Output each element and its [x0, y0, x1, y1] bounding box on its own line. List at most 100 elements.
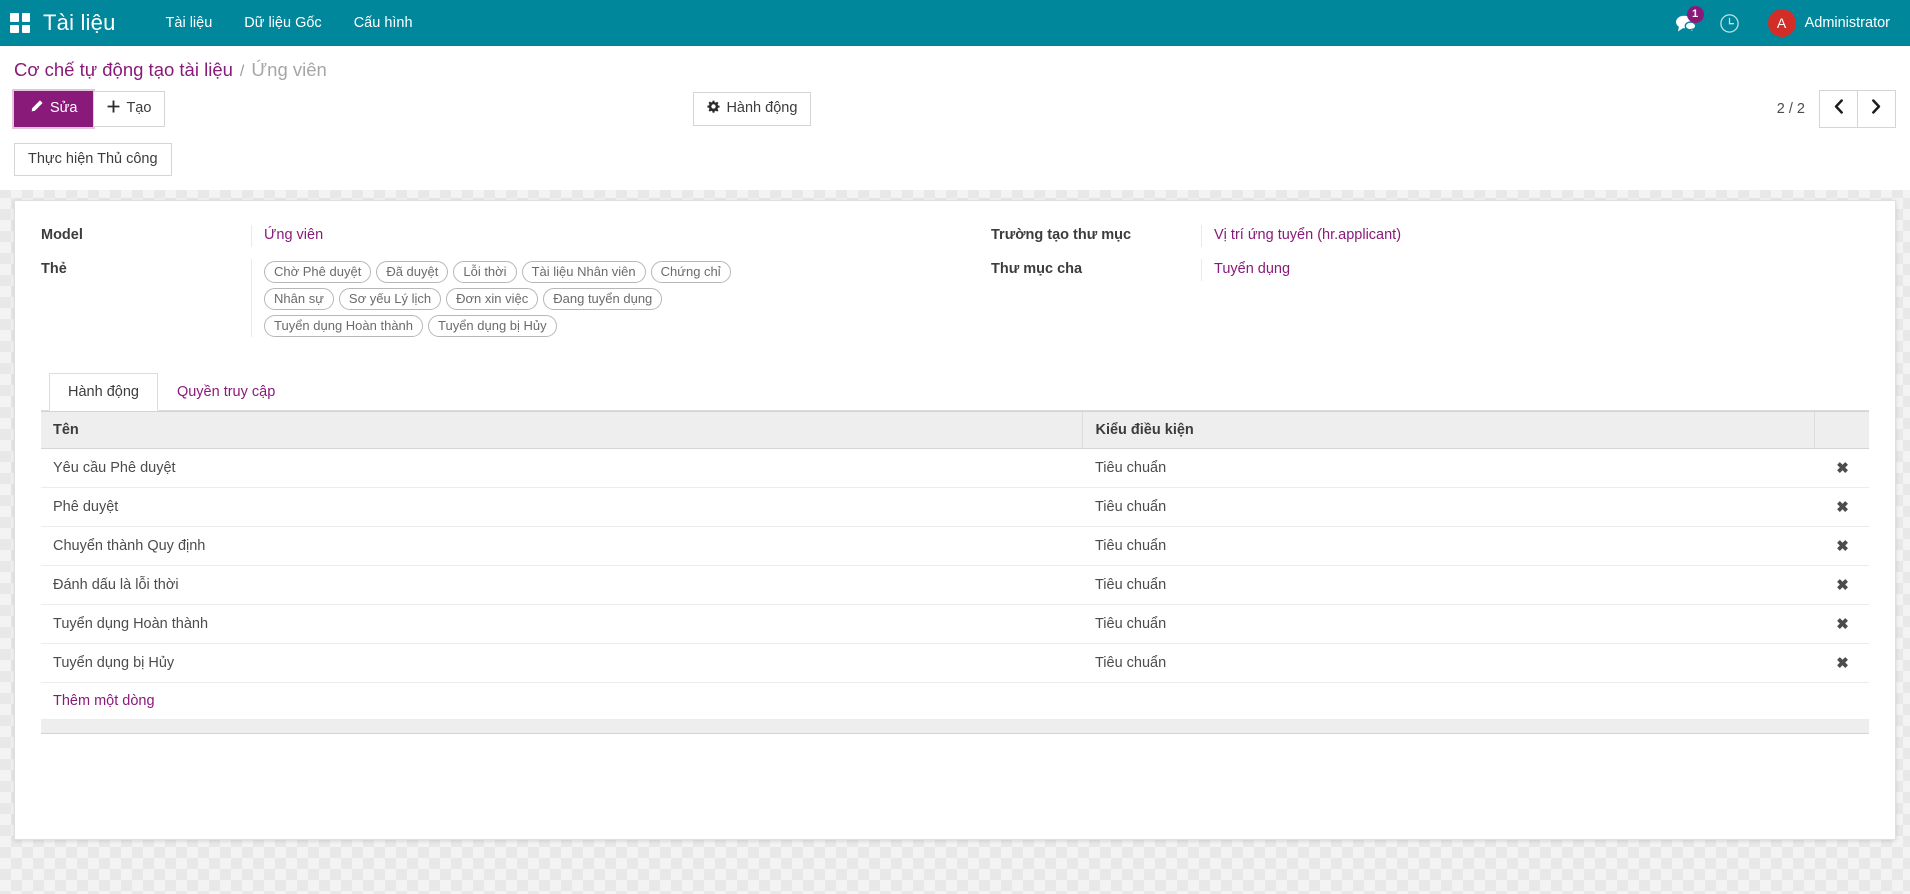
control-panel: Sửa Tạo Hành động 2 / 2	[0, 89, 1910, 129]
field-row-parent-folder: Thư mục cha Tuyển dụng	[991, 259, 1869, 283]
field-value-tags: Chờ Phê duyệt Đã duyệt Lỗi thời Tài liệu…	[251, 259, 955, 338]
field-label-parent-folder: Thư mục cha	[991, 261, 1083, 278]
field-value-folder-field[interactable]: Vị trí ứng tuyển (hr.applicant)	[1201, 225, 1869, 248]
close-icon[interactable]: ✖	[1814, 604, 1869, 645]
navbar-right-group: 1 A Administrator	[1666, 0, 1896, 46]
app-brand-title[interactable]: Tài liệu	[43, 10, 116, 36]
close-icon[interactable]: ✖	[1814, 565, 1869, 606]
tag-chip[interactable]: Đang tuyển dụng	[543, 288, 663, 311]
field-label-model: Model	[41, 227, 83, 244]
user-menu[interactable]: A Administrator	[1754, 0, 1896, 46]
close-icon[interactable]: ✖	[1814, 526, 1869, 567]
cell-name[interactable]: Tuyển dụng bị Hủy	[41, 643, 1083, 684]
cell-name[interactable]: Đánh dấu là lỗi thời	[41, 565, 1083, 606]
nav-menu-master-data[interactable]: Dữ liệu Gốc	[228, 0, 337, 46]
tag-chip[interactable]: Tuyển dụng Hoàn thành	[264, 315, 424, 338]
column-header-name[interactable]: Tên	[41, 411, 1083, 450]
pager-buttons	[1819, 90, 1896, 128]
breadcrumb-current: Ứng viên	[251, 59, 327, 80]
tag-chip[interactable]: Đã duyệt	[376, 261, 449, 284]
field-row-model: Model Ứng viên	[41, 225, 955, 249]
notebook: Hành động Quyền truy cập Tên Kiểu điều k…	[41, 373, 1869, 735]
field-row-tags: Thẻ Chờ Phê duyệt Đã duyệt Lỗi thời Tài …	[41, 259, 955, 338]
cell-condition[interactable]: Tiêu chuẩn	[1082, 643, 1815, 684]
column-header-condition[interactable]: Kiểu điều kiện	[1082, 411, 1815, 450]
sheet-container: Model Ứng viên Thẻ Chờ Phê duyệt Đã duyệ…	[0, 190, 1910, 841]
messages-badge: 1	[1686, 6, 1704, 23]
breadcrumb-parent-link[interactable]: Cơ chế tự động tạo tài liệu	[14, 59, 233, 81]
pager-count-label: 2 / 2	[1776, 101, 1805, 117]
cell-name[interactable]: Tuyển dụng Hoàn thành	[41, 604, 1083, 645]
nav-menu-configuration[interactable]: Cấu hình	[338, 0, 429, 46]
field-value-parent-folder[interactable]: Tuyển dụng	[1201, 259, 1869, 282]
close-icon[interactable]: ✖	[1814, 643, 1869, 684]
tag-chip[interactable]: Sơ yếu Lý lịch	[338, 288, 442, 311]
cell-name[interactable]: Phê duyệt	[41, 487, 1083, 528]
table-row[interactable]: Phê duyệt Tiêu chuẩn ✖	[41, 487, 1869, 528]
tag-chip[interactable]: Đơn xin việc	[446, 288, 539, 311]
breadcrumb: Cơ chế tự động tạo tài liệu / Ứng viên	[0, 46, 1910, 89]
tab-access-rights[interactable]: Quyền truy cập	[158, 373, 294, 411]
tab-actions[interactable]: Hành động	[49, 373, 158, 412]
field-value-model[interactable]: Ứng viên	[251, 225, 955, 248]
close-icon[interactable]: ✖	[1814, 487, 1869, 528]
field-label-tags: Thẻ	[41, 261, 67, 278]
user-name-label: Administrator	[1804, 15, 1890, 31]
table-row[interactable]: Đánh dấu là lỗi thời Tiêu chuẩn ✖	[41, 565, 1869, 606]
field-label-folder-field: Trường tạo thư mục	[991, 227, 1132, 244]
actions-table: Tên Kiểu điều kiện Yêu cầu Phê duyệt Tiê…	[41, 411, 1869, 721]
edit-button[interactable]: Sửa	[14, 91, 94, 127]
add-line-row[interactable]: Thêm một dòng	[41, 682, 1869, 721]
tag-chip[interactable]: Nhân sự	[264, 288, 334, 311]
create-button-label: Tạo	[126, 100, 152, 117]
form-groups: Model Ứng viên Thẻ Chờ Phê duyệt Đã duyệ…	[41, 225, 1869, 347]
table-header-row: Tên Kiểu điều kiện	[41, 411, 1869, 450]
cell-condition[interactable]: Tiêu chuẩn	[1082, 565, 1815, 606]
tag-chip[interactable]: Tuyển dụng bị Hủy	[428, 315, 557, 338]
chevron-right-icon	[1870, 99, 1883, 119]
table-row[interactable]: Tuyển dụng bị Hủy Tiêu chuẩn ✖	[41, 643, 1869, 684]
cell-name[interactable]: Chuyển thành Quy định	[41, 526, 1083, 567]
edit-button-label: Sửa	[50, 100, 78, 117]
plus-icon	[107, 100, 120, 118]
pager: 2 / 2	[1777, 90, 1896, 128]
messages-icon[interactable]: 1	[1666, 0, 1706, 46]
table-header: Tên Kiểu điều kiện	[41, 411, 1869, 450]
control-panel-left-buttons: Sửa Tạo	[14, 91, 166, 127]
nav-menu-documents[interactable]: Tài liệu	[150, 0, 229, 46]
cell-name[interactable]: Yêu cầu Phê duyệt	[41, 448, 1083, 489]
apps-grid-icon[interactable]	[7, 10, 33, 36]
table-row[interactable]: Yêu cầu Phê duyệt Tiêu chuẩn ✖	[41, 448, 1869, 489]
control-panel-center: Hành động	[693, 91, 812, 127]
table-row[interactable]: Chuyển thành Quy định Tiêu chuẩn ✖	[41, 526, 1869, 567]
close-icon[interactable]: ✖	[1814, 448, 1869, 489]
tag-chip[interactable]: Chờ Phê duyệt	[264, 261, 372, 284]
list-footer-bar	[41, 720, 1869, 735]
create-button[interactable]: Tạo	[93, 91, 166, 127]
manual-run-button[interactable]: Thực hiện Thủ công	[14, 143, 172, 177]
control-panel-secondary-row: Thực hiện Thủ công	[0, 129, 1910, 191]
gear-icon	[707, 100, 721, 118]
cell-condition[interactable]: Tiêu chuẩn	[1082, 448, 1815, 489]
tag-chip[interactable]: Lỗi thời	[453, 261, 517, 284]
action-menu-button[interactable]: Hành động	[693, 91, 812, 127]
tag-chip[interactable]: Chứng chỉ	[650, 261, 731, 284]
cell-condition[interactable]: Tiêu chuẩn	[1082, 526, 1815, 567]
tag-chip[interactable]: Tài liệu Nhân viên	[521, 261, 646, 284]
pager-previous-button[interactable]	[1819, 90, 1858, 128]
table-row[interactable]: Tuyển dụng Hoàn thành Tiêu chuẩn ✖	[41, 604, 1869, 645]
pager-next-button[interactable]	[1858, 90, 1896, 128]
cell-condition[interactable]: Tiêu chuẩn	[1082, 604, 1815, 645]
table-body: Yêu cầu Phê duyệt Tiêu chuẩn ✖ Phê duyệt…	[41, 448, 1869, 721]
add-line-link[interactable]: Thêm một dòng	[41, 683, 1869, 719]
cell-condition[interactable]: Tiêu chuẩn	[1082, 487, 1815, 528]
avatar: A	[1767, 9, 1796, 37]
action-menu-label: Hành động	[726, 100, 798, 117]
form-sheet: Model Ứng viên Thẻ Chờ Phê duyệt Đã duyệ…	[14, 200, 1896, 841]
clock-activity-icon[interactable]	[1710, 0, 1750, 46]
tag-list: Chờ Phê duyệt Đã duyệt Lỗi thời Tài liệu…	[264, 261, 784, 338]
pencil-icon	[30, 99, 44, 118]
column-header-actions	[1813, 411, 1869, 450]
actions-list: Tên Kiểu điều kiện Yêu cầu Phê duyệt Tiê…	[41, 411, 1869, 735]
top-navbar: Tài liệu Tài liệu Dữ liệu Gốc Cấu hình 1…	[0, 0, 1910, 46]
